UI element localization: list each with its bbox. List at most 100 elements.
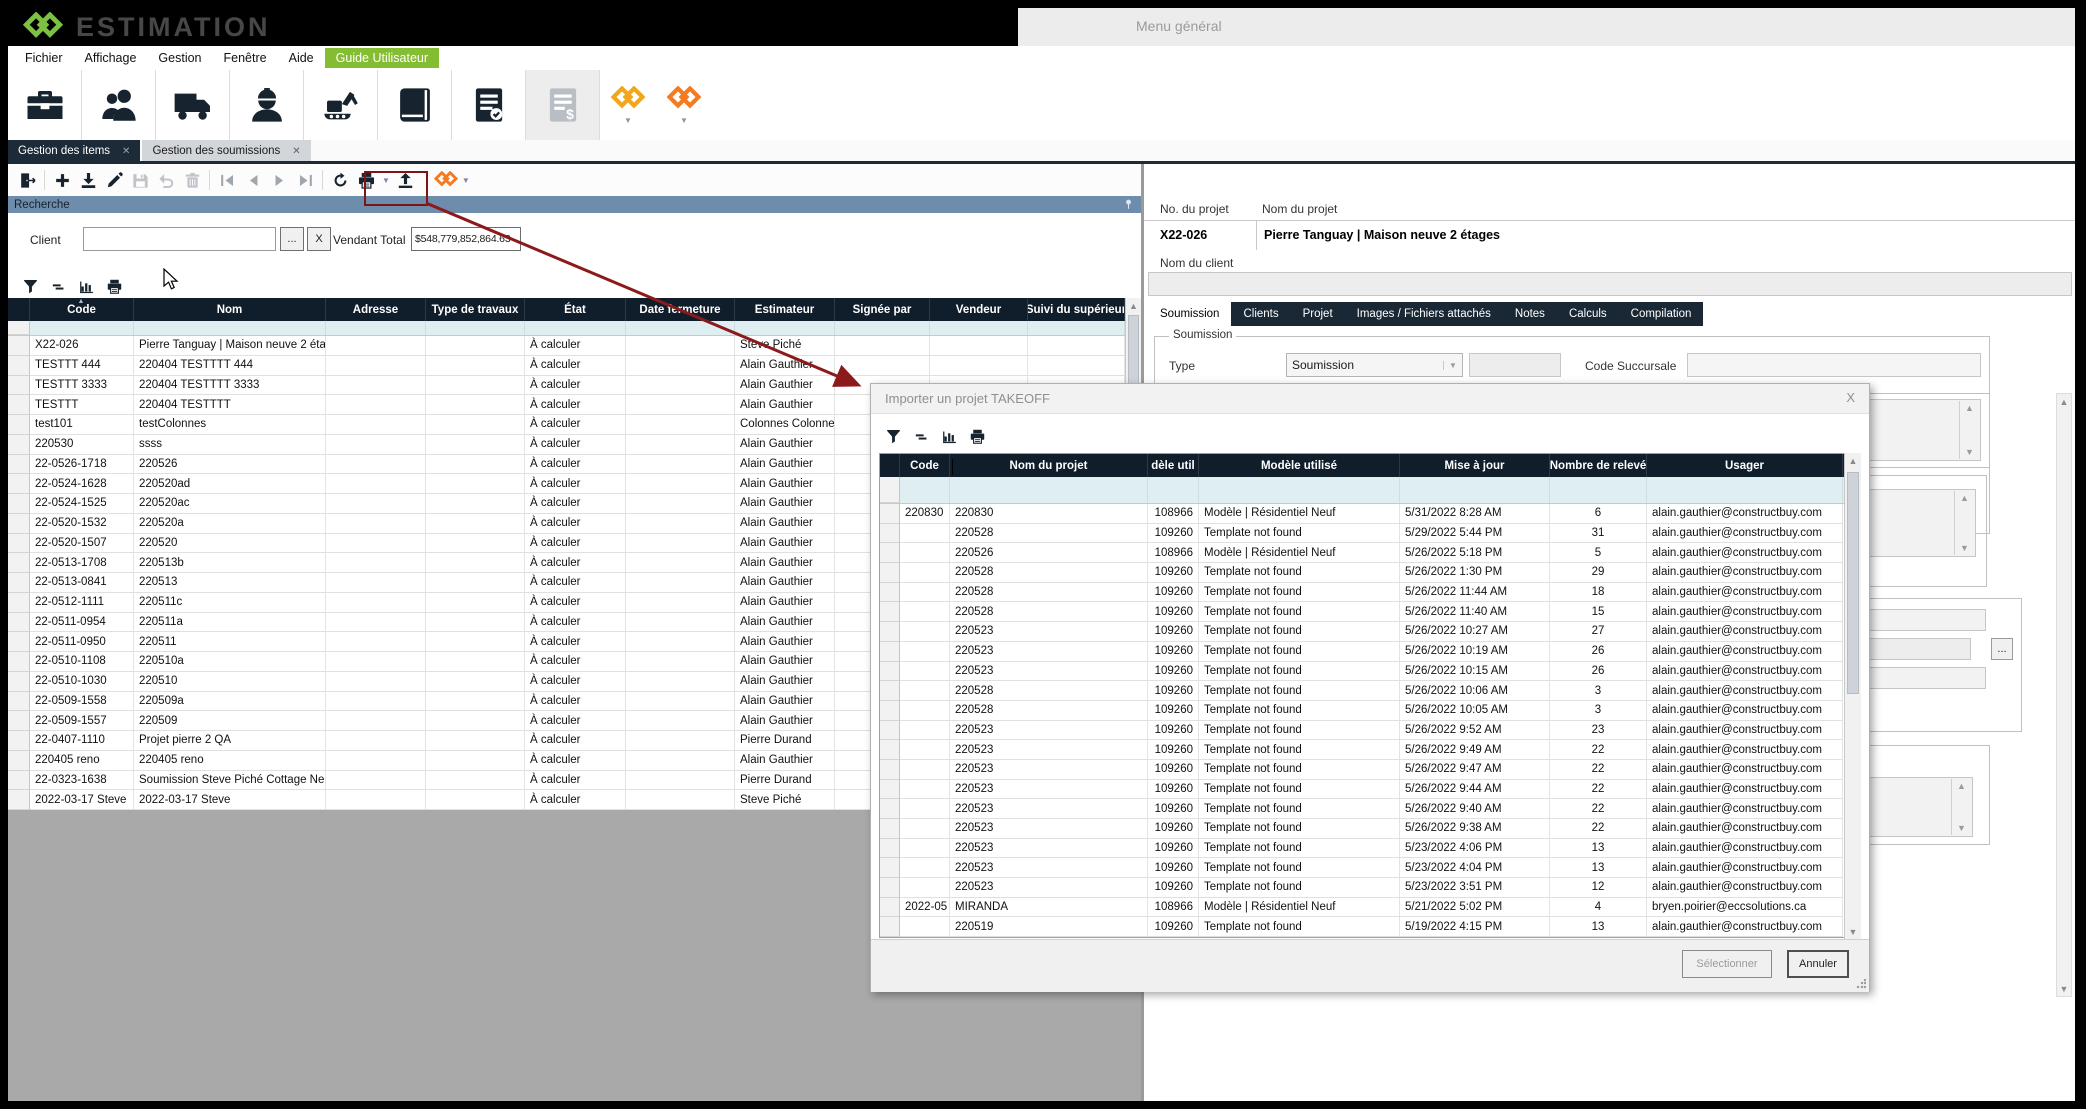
cell-usager[interactable]: alain.gauthier@constructbuy.com: [1647, 839, 1843, 859]
cell-maj[interactable]: 5/26/2022 10:15 AM: [1400, 662, 1550, 682]
cell-adresse[interactable]: [326, 672, 426, 692]
row-selector[interactable]: [880, 681, 900, 701]
cell-date_fermeture[interactable]: [626, 573, 735, 593]
cell-nom[interactable]: MIRANDA: [950, 898, 1148, 918]
row-selector[interactable]: [8, 731, 30, 751]
cell-date_fermeture[interactable]: [626, 751, 735, 771]
detail-tab-soumission[interactable]: Soumission: [1148, 302, 1231, 326]
cell-date_fermeture[interactable]: [626, 632, 735, 652]
cell-nom[interactable]: 220523: [950, 799, 1148, 819]
table-row[interactable]: 220523109260Template not found5/26/2022 …: [880, 662, 1845, 682]
dialog-table-scrollbar[interactable]: ▲ ▼: [1844, 453, 1861, 939]
cell-etat[interactable]: À calculer: [525, 751, 626, 771]
cell-nom[interactable]: 220528: [950, 701, 1148, 721]
cell-date_fermeture[interactable]: [626, 672, 735, 692]
column-header-adresse[interactable]: Adresse: [326, 298, 426, 321]
cell-nom[interactable]: 220523: [950, 721, 1148, 741]
cell-modele[interactable]: Template not found: [1199, 760, 1400, 780]
cell-maj[interactable]: 5/26/2022 10:06 AM: [1400, 681, 1550, 701]
spinner[interactable]: ▲▼: [1954, 491, 1974, 555]
new-item-cell[interactable]: [835, 321, 930, 335]
cell-estimateur[interactable]: Alain Gauthier: [735, 514, 835, 534]
cell-estimateur[interactable]: Alain Gauthier: [735, 376, 835, 396]
cell-maj[interactable]: 5/26/2022 9:44 AM: [1400, 780, 1550, 800]
row-selector[interactable]: [8, 534, 30, 554]
table-row[interactable]: 220523109260Template not found5/26/2022 …: [880, 780, 1845, 800]
cell-nb[interactable]: 22: [1550, 780, 1647, 800]
scroll-thumb[interactable]: [1847, 472, 1859, 694]
cell-modele_id[interactable]: 109260: [1148, 524, 1199, 544]
row-selector[interactable]: [880, 563, 900, 583]
cell-usager[interactable]: alain.gauthier@constructbuy.com: [1647, 622, 1843, 642]
print-grid-button[interactable]: [100, 274, 128, 298]
cell-estimateur[interactable]: Alain Gauthier: [735, 455, 835, 475]
cell-nom[interactable]: 220520: [134, 534, 326, 554]
cell-modele_id[interactable]: 109260: [1148, 701, 1199, 721]
cell-usager[interactable]: alain.gauthier@constructbuy.com: [1647, 858, 1843, 878]
refresh-button[interactable]: [327, 167, 353, 193]
print-grid-button[interactable]: [963, 424, 991, 448]
nom-client-input[interactable]: [1148, 272, 2072, 296]
cell-nom[interactable]: 220528: [950, 602, 1148, 622]
cell-nb[interactable]: 29: [1550, 563, 1647, 583]
row-selector[interactable]: [880, 878, 900, 898]
column-header-nombre-de-relev-[interactable]: Nombre de relevé: [1550, 454, 1647, 477]
row-selector[interactable]: [8, 455, 30, 475]
nav-prev-button[interactable]: [240, 167, 266, 193]
cell-nom[interactable]: 220523: [950, 819, 1148, 839]
column-header-vendeur[interactable]: Vendeur: [930, 298, 1028, 321]
cell-type_travaux[interactable]: [426, 692, 525, 712]
cell-code[interactable]: 2022-05: [900, 898, 950, 918]
cell-etat[interactable]: À calculer: [525, 415, 626, 435]
add-button[interactable]: [49, 167, 75, 193]
type-extra-input[interactable]: [1469, 353, 1561, 377]
cell-nom[interactable]: 220526: [950, 543, 1148, 563]
new-item-cell[interactable]: [626, 321, 735, 335]
cell-nom[interactable]: 220519: [950, 917, 1148, 937]
table-row[interactable]: 220523109260Template not found5/23/2022 …: [880, 878, 1845, 898]
row-selector[interactable]: [8, 711, 30, 731]
detail-tab-projet[interactable]: Projet: [1291, 302, 1345, 326]
chevron-down-icon[interactable]: ▼: [1443, 361, 1462, 370]
cell-type_travaux[interactable]: [426, 573, 525, 593]
cell-estimateur[interactable]: Steve Piché: [735, 790, 835, 810]
cell-code[interactable]: 22-0513-1708: [30, 553, 134, 573]
column-header-code[interactable]: Code▲: [30, 298, 134, 321]
cell-estimateur[interactable]: Pierre Durand: [735, 731, 835, 751]
detail-tab-calculs[interactable]: Calculs: [1557, 302, 1619, 326]
tab-close-icon[interactable]: ✕: [122, 146, 130, 157]
row-selector[interactable]: [8, 494, 30, 514]
client-input[interactable]: [83, 227, 276, 251]
cell-usager[interactable]: alain.gauthier@constructbuy.com: [1647, 701, 1843, 721]
takeoff-dropdown-caret-icon[interactable]: ▼: [462, 176, 470, 185]
table-row[interactable]: 220528109260Template not found5/29/2022 …: [880, 524, 1845, 544]
cell-code[interactable]: [900, 780, 950, 800]
cell-maj[interactable]: 5/23/2022 4:04 PM: [1400, 858, 1550, 878]
row-selector[interactable]: [880, 780, 900, 800]
column-header-date-fermeture[interactable]: Date fermeture: [626, 298, 735, 321]
takeoff-yellow-button[interactable]: ▼: [600, 70, 656, 140]
cell-type_travaux[interactable]: [426, 632, 525, 652]
excavator-button[interactable]: [304, 70, 378, 140]
row-selector[interactable]: [880, 898, 900, 918]
new-item-cell[interactable]: [134, 321, 326, 335]
cell-etat[interactable]: À calculer: [525, 613, 626, 633]
row-selector[interactable]: [8, 395, 30, 415]
cell-nom[interactable]: 220523: [950, 642, 1148, 662]
table-row[interactable]: 220523109260Template not found5/23/2022 …: [880, 839, 1845, 859]
cell-usager[interactable]: alain.gauthier@constructbuy.com: [1647, 583, 1843, 603]
cell-modele[interactable]: Template not found: [1199, 721, 1400, 741]
cell-estimateur[interactable]: Alain Gauthier: [735, 356, 835, 376]
cell-code[interactable]: test101: [30, 415, 134, 435]
row-selector[interactable]: [880, 543, 900, 563]
new-item-cell[interactable]: [525, 321, 626, 335]
table-row[interactable]: 220526108966Modèle | Résidentiel Neuf5/2…: [880, 543, 1845, 563]
client-browse-button[interactable]: ...: [280, 227, 304, 251]
cell-etat[interactable]: À calculer: [525, 711, 626, 731]
document-check-button[interactable]: [452, 70, 526, 140]
new-item-cell[interactable]: [1028, 321, 1125, 335]
cell-usager[interactable]: alain.gauthier@constructbuy.com: [1647, 504, 1843, 524]
cell-nb[interactable]: 31: [1550, 524, 1647, 544]
cell-etat[interactable]: À calculer: [525, 553, 626, 573]
cell-nom[interactable]: 220509: [134, 711, 326, 731]
